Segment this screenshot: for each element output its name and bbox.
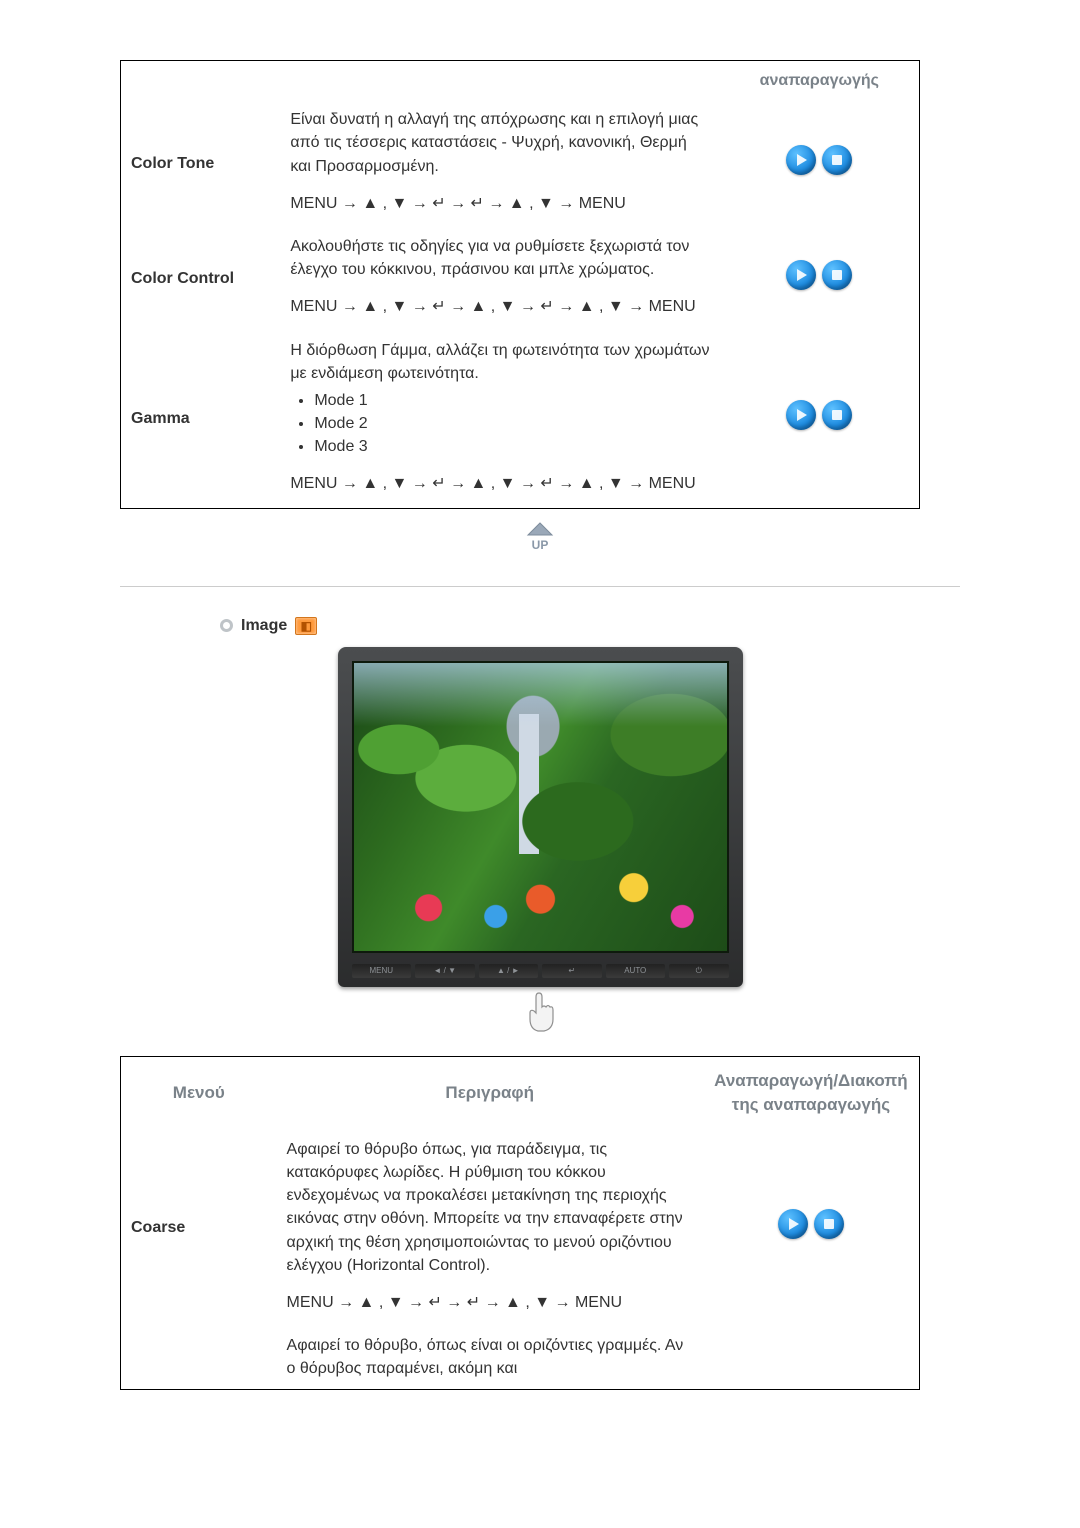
image-settings-table: Μενού Περιγραφή Αναπαραγωγή/Διακοπή της … xyxy=(120,1056,920,1390)
header-menu: Μενού xyxy=(121,1056,277,1130)
monitor-button[interactable]: AUTO xyxy=(606,964,666,978)
stop-icon[interactable] xyxy=(822,145,852,175)
header-play: Αναπαραγωγή/Διακοπή της αναπαραγωγής xyxy=(703,1056,920,1130)
monitor-button-row: MENU ◄ / ▼ ▲ / ► ↵ AUTO ⏻ xyxy=(352,961,729,981)
monitor-button[interactable]: ◄ / ▼ xyxy=(415,964,475,978)
list-item: Mode 2 xyxy=(314,412,709,435)
row-name: Color Tone xyxy=(121,100,281,227)
row-desc: Ακολουθήστε τις οδηγίες για να ρυθμίσετε… xyxy=(290,235,709,281)
stop-icon[interactable] xyxy=(814,1209,844,1239)
nav-sequence: MENU → ▲ , ▼ → ↵ → ↵ → ▲ , ▼ → MENU xyxy=(290,192,709,215)
header-playback: αναπαραγωγής xyxy=(720,61,920,101)
monitor-button[interactable]: ▲ / ► xyxy=(479,964,539,978)
monitor-button[interactable]: ⏻ xyxy=(669,964,729,978)
monitor-preview: MENU ◄ / ▼ ▲ / ► ↵ AUTO ⏻ xyxy=(338,647,743,987)
table-row: Color Control Ακολουθήστε τις οδηγίες γι… xyxy=(121,227,920,331)
monitor-button[interactable]: MENU xyxy=(352,964,412,978)
monitor-button[interactable]: ↵ xyxy=(542,964,602,978)
row-name: Coarse xyxy=(121,1130,277,1326)
gamma-modes: Mode 1 Mode 2 Mode 3 xyxy=(314,389,709,459)
bullet-icon xyxy=(220,619,233,632)
row-name: Gamma xyxy=(121,331,281,509)
table-row: Gamma Η διόρθωση Γάμμα, αλλάζει τη φωτει… xyxy=(121,331,920,509)
header-desc: Περιγραφή xyxy=(277,1056,703,1130)
screen-image xyxy=(352,661,729,953)
play-icon[interactable] xyxy=(786,260,816,290)
nav-sequence: MENU → ▲ , ▼ → ↵ → ▲ , ▼ → ↵ → ▲ , ▼ → M… xyxy=(290,295,709,318)
color-settings-table: αναπαραγωγής Color Tone Είναι δυνατή η α… xyxy=(120,60,920,509)
row-desc: Αφαιρεί το θόρυβο όπως, για παράδειγμα, … xyxy=(287,1138,693,1277)
table-row: Αφαιρεί το θόρυβο, όπως είναι οι οριζόντ… xyxy=(121,1326,920,1389)
table-row: Coarse Αφαιρεί το θόρυβο όπως, για παράδ… xyxy=(121,1130,920,1326)
play-icon[interactable] xyxy=(778,1209,808,1239)
nav-sequence: MENU → ▲ , ▼ → ↵ → ↵ → ▲ , ▼ → MENU xyxy=(287,1291,693,1314)
scroll-up-icon[interactable]: UP xyxy=(120,521,960,558)
play-icon[interactable] xyxy=(786,400,816,430)
section-title: Image xyxy=(241,617,287,635)
play-icon[interactable] xyxy=(786,145,816,175)
list-item: Mode 1 xyxy=(314,389,709,412)
table-header: Μενού Περιγραφή Αναπαραγωγή/Διακοπή της … xyxy=(121,1056,920,1130)
row-name: Color Control xyxy=(121,227,281,331)
row-desc: Η διόρθωση Γάμμα, αλλάζει τη φωτεινότητα… xyxy=(290,339,709,385)
divider xyxy=(120,586,960,587)
section-heading: Image ◧ xyxy=(220,617,960,635)
hand-pointer-icon xyxy=(120,991,960,1038)
svg-text:UP: UP xyxy=(532,538,549,552)
stop-icon[interactable] xyxy=(822,400,852,430)
stop-icon[interactable] xyxy=(822,260,852,290)
table-row: Color Tone Είναι δυνατή η αλλαγή της από… xyxy=(121,100,920,227)
list-item: Mode 3 xyxy=(314,435,709,458)
nav-sequence: MENU → ▲ , ▼ → ↵ → ▲ , ▼ → ↵ → ▲ , ▼ → M… xyxy=(290,472,709,495)
row-desc-partial: Αφαιρεί το θόρυβο, όπως είναι οι οριζόντ… xyxy=(287,1334,693,1380)
row-desc: Είναι δυνατή η αλλαγή της απόχρωσης και … xyxy=(290,108,709,178)
badge-icon: ◧ xyxy=(295,617,317,635)
